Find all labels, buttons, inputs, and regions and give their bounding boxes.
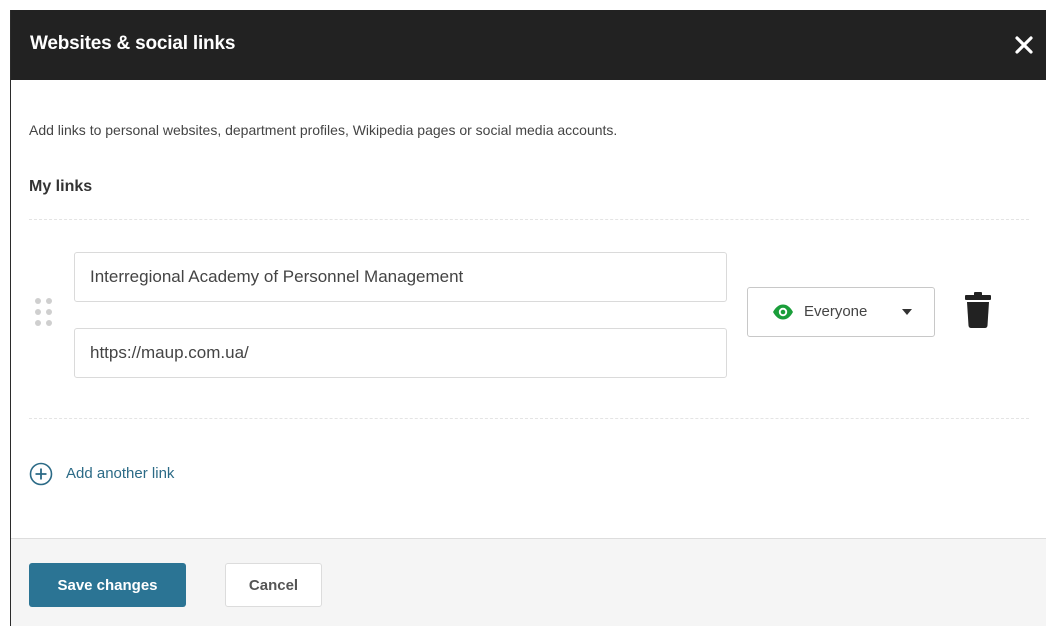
- drag-handle-icon[interactable]: [35, 298, 61, 338]
- save-changes-button[interactable]: Save changes: [29, 563, 186, 607]
- add-another-link-label: Add another link: [66, 465, 175, 482]
- link-url-input[interactable]: [74, 328, 727, 378]
- visibility-dropdown[interactable]: Everyone: [747, 287, 935, 337]
- eye-icon: [773, 304, 793, 320]
- delete-link-button[interactable]: [965, 292, 991, 328]
- dialog-intro-text: Add links to personal websites, departme…: [29, 122, 618, 138]
- dialog-header: Websites & social links: [11, 10, 1046, 80]
- divider-bottom: [29, 418, 1029, 419]
- websites-social-links-dialog: Websites & social links Add links to per…: [10, 10, 1046, 626]
- chevron-down-icon: [902, 309, 912, 315]
- close-button[interactable]: [1011, 32, 1037, 58]
- dialog-title: Websites & social links: [30, 33, 236, 54]
- divider-top: [29, 219, 1029, 220]
- link-title-input[interactable]: [74, 252, 727, 302]
- visibility-label: Everyone: [804, 303, 868, 320]
- my-links-heading: My links: [29, 178, 93, 195]
- close-icon: [1015, 36, 1033, 54]
- trash-icon: [965, 292, 991, 328]
- plus-circle-icon: [29, 462, 53, 486]
- cancel-button[interactable]: Cancel: [225, 563, 322, 607]
